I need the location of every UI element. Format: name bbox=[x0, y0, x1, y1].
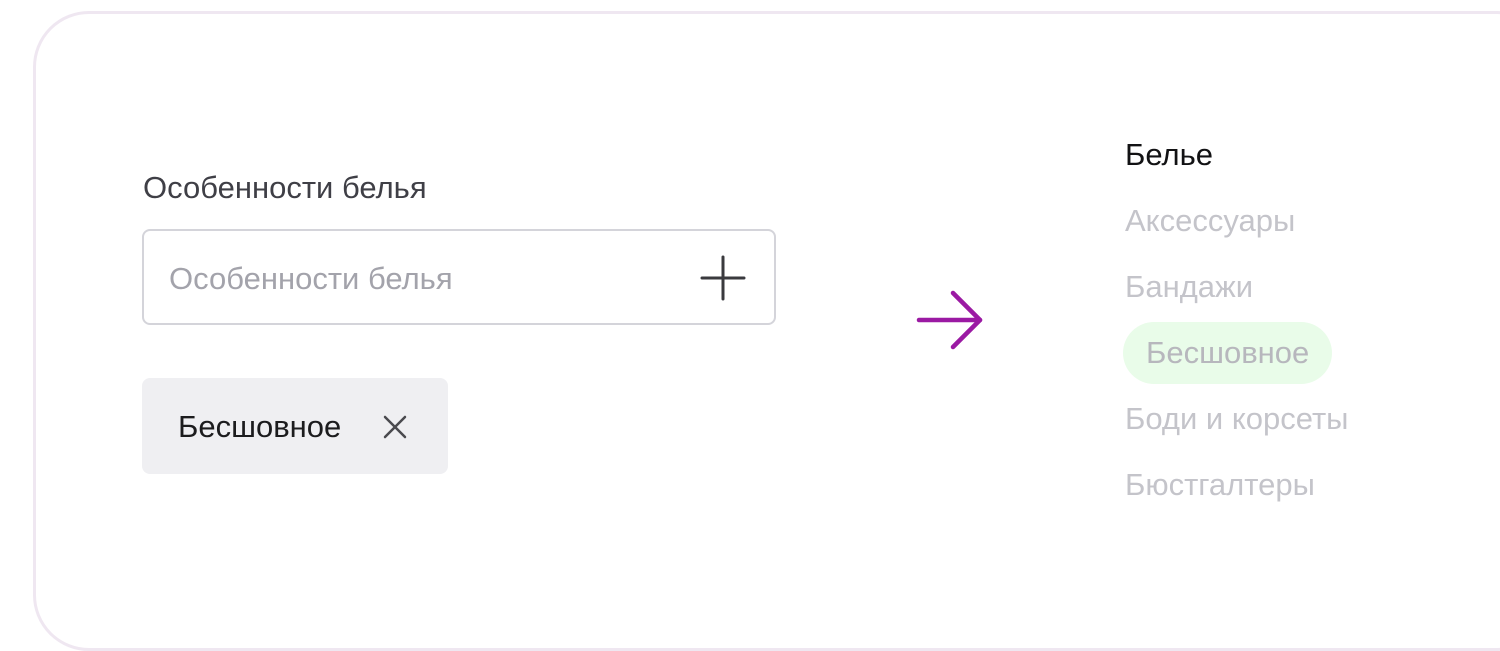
close-icon[interactable] bbox=[382, 414, 408, 440]
category-item-belie[interactable]: Белье bbox=[1125, 137, 1213, 173]
features-input[interactable]: Особенности белья bbox=[142, 229, 776, 325]
selected-chip: Бесшовное bbox=[142, 378, 448, 474]
category-item-bodysuits[interactable]: Боди и корсеты bbox=[1125, 401, 1348, 437]
category-item-bandages[interactable]: Бандажи bbox=[1125, 269, 1253, 305]
arrow-right-icon bbox=[916, 290, 983, 350]
chip-label: Бесшовное bbox=[178, 409, 342, 444]
category-item-accessories[interactable]: Аксессуары bbox=[1125, 203, 1295, 239]
category-item-seamless[interactable]: Бесшовное bbox=[1123, 322, 1333, 384]
field-label: Особенности белья bbox=[143, 170, 427, 205]
plus-icon[interactable] bbox=[700, 255, 746, 301]
features-input-placeholder: Особенности белья bbox=[169, 261, 453, 296]
category-item-bras[interactable]: Бюстгалтеры bbox=[1125, 467, 1315, 503]
